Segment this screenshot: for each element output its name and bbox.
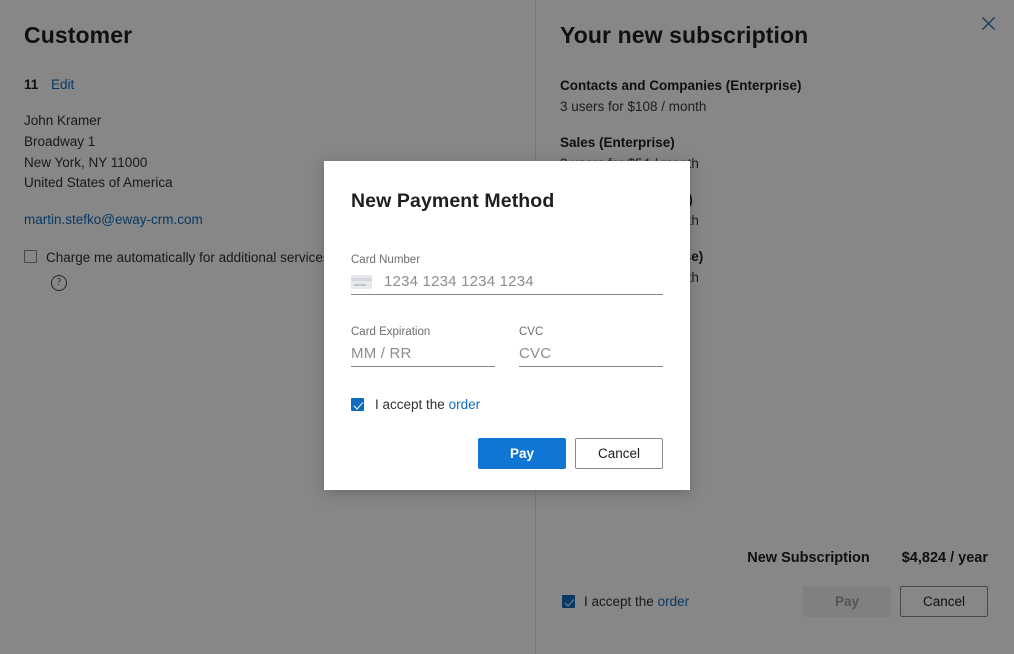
card-number-input[interactable]: 1234 1234 1234 1234 [384,273,534,290]
modal-accept-order-checkbox[interactable] [351,398,364,412]
card-expiration-input-wrap[interactable]: MM / RR [351,341,495,368]
card-number-label: Card Number [351,254,421,267]
modal-buttons: Pay Cancel [351,438,663,470]
modal-accept-order-label: I accept the order [375,397,480,412]
modal-accept-row[interactable]: I accept the order [351,397,663,412]
new-payment-method-dialog: New Payment Method Card Number 1234 1234… [324,161,690,490]
credit-card-icon [351,274,372,289]
card-expiration-field[interactable]: Card Expiration MM / RR [351,325,495,368]
modal-pay-button[interactable]: Pay [478,438,566,470]
card-expiration-input[interactable]: MM / RR [351,345,412,362]
modal-order-link[interactable]: order [449,397,481,412]
cvc-field[interactable]: CVC CVC [519,325,663,368]
card-number-field[interactable]: Card Number 1234 1234 1234 1234 [351,253,663,296]
expiration-cvc-row: Card Expiration MM / RR CVC CVC [351,325,663,368]
modal-cancel-button[interactable]: Cancel [575,438,663,470]
cvc-label: CVC [519,326,544,339]
dialog-title: New Payment Method [351,190,555,212]
card-number-input-wrap[interactable]: 1234 1234 1234 1234 [351,269,663,296]
card-expiration-label: Card Expiration [351,326,431,339]
modal-accept-order-prefix: I accept the [375,397,445,413]
cvc-input[interactable]: CVC [519,345,551,362]
cvc-input-wrap[interactable]: CVC [519,341,663,368]
